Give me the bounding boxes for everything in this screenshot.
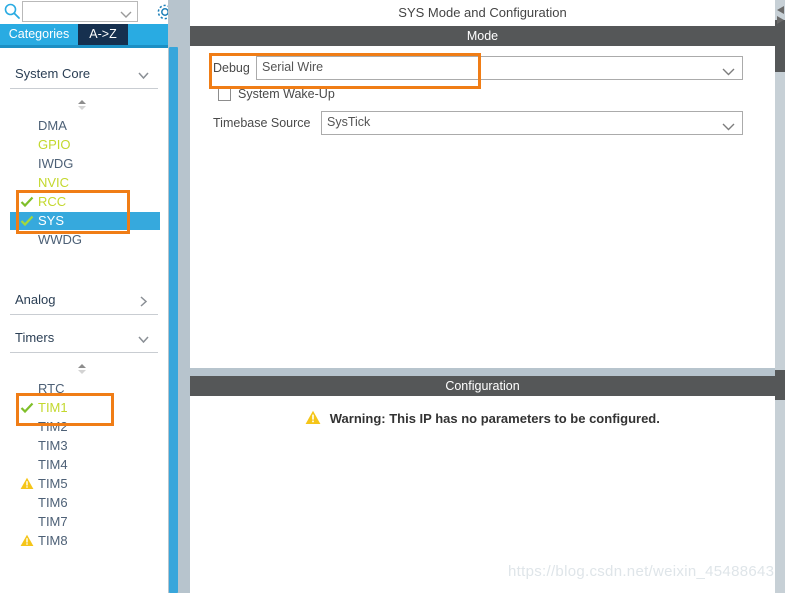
ip-item-gpio[interactable]: GPIO <box>10 136 158 154</box>
ip-item-tim6[interactable]: TIM6 <box>10 494 158 512</box>
ip-label: TIM5 <box>38 476 68 491</box>
ip-item-tim3[interactable]: TIM3 <box>10 437 158 455</box>
mode-panel: Debug Serial Wire System Wake-Up Timebas… <box>190 46 775 368</box>
chevron-right-icon[interactable] <box>137 295 150 308</box>
group-divider <box>10 88 158 89</box>
ip-item-rtc[interactable]: RTC <box>10 380 158 398</box>
group-divider <box>10 352 158 353</box>
ip-item-tim8[interactable]: TIM8 <box>10 532 158 550</box>
main-panel: SYS Mode and Configuration Mode Debug Se… <box>190 0 775 593</box>
ip-item-tim7[interactable]: TIM7 <box>10 513 158 531</box>
page-title: SYS Mode and Configuration <box>190 0 775 26</box>
configuration-warning-text: Warning: This IP has no parameters to be… <box>329 411 660 426</box>
configuration-warning: Warning: This IP has no parameters to be… <box>190 410 775 428</box>
ip-label: IWDG <box>38 156 74 171</box>
system-wakeup-label: System Wake-Up <box>238 87 335 101</box>
sidebar-scrollbar-thumb[interactable] <box>169 47 178 593</box>
scroll-spinner-up-down[interactable] <box>74 362 90 374</box>
ip-item-tim2[interactable]: TIM2 <box>10 418 158 436</box>
ip-item-rcc[interactable]: RCC <box>10 193 158 211</box>
ip-label: TIM4 <box>38 457 68 472</box>
group-title-system-core: System Core <box>15 66 91 81</box>
section-header-mode: Mode <box>190 26 775 46</box>
chevron-down-icon[interactable] <box>137 333 150 346</box>
ip-item-sys[interactable]: SYS <box>10 212 160 230</box>
ip-label: SYS <box>38 213 65 228</box>
app-window: Categories A->Z System Core DMA GPIO IWD… <box>0 0 785 593</box>
group-title-timers: Timers <box>15 330 55 345</box>
search-input[interactable] <box>26 4 118 20</box>
ip-item-tim4[interactable]: TIM4 <box>10 456 158 474</box>
ip-item-tim5[interactable]: TIM5 <box>10 475 158 493</box>
main-scrollbar-thumb-top[interactable] <box>775 20 785 72</box>
scroll-up-arrow-icon[interactable] <box>776 1 785 14</box>
timebase-source-label: Timebase Source <box>213 116 311 130</box>
watermark: https://blog.csdn.net/weixin_45488643 <box>508 563 775 580</box>
system-wakeup-checkbox[interactable] <box>218 88 231 101</box>
check-icon <box>20 196 34 208</box>
ip-label: TIM3 <box>38 438 68 453</box>
warning-triangle-icon <box>20 477 34 490</box>
panel-divider <box>180 0 190 593</box>
search-combo[interactable] <box>22 1 138 22</box>
timebase-source-select[interactable]: SysTick <box>321 111 743 135</box>
ip-item-nvic[interactable]: NVIC <box>10 174 158 192</box>
chevron-down-icon[interactable] <box>722 119 735 131</box>
debug-label: Debug <box>213 61 250 75</box>
group-title-analog: Analog <box>15 292 56 307</box>
ip-label: WWDG <box>38 232 83 247</box>
search-icon[interactable] <box>3 2 21 20</box>
ip-item-tim1[interactable]: TIM1 <box>10 399 158 417</box>
ip-label: TIM8 <box>38 533 68 548</box>
warning-triangle-icon <box>305 410 321 428</box>
timebase-source-value: SysTick <box>327 115 371 129</box>
ip-item-dma[interactable]: DMA <box>10 117 158 135</box>
ip-item-wwdg[interactable]: WWDG <box>10 231 158 249</box>
group-header-timers[interactable]: Timers <box>10 326 158 352</box>
group-header-analog[interactable]: Analog <box>10 288 158 314</box>
chevron-down-icon[interactable] <box>137 69 150 82</box>
main-scrollbar-thumb-bottom[interactable] <box>775 370 785 400</box>
ip-label: NVIC <box>38 175 70 190</box>
ip-label: RCC <box>38 194 67 209</box>
group-divider <box>10 314 158 315</box>
chevron-down-icon[interactable] <box>120 7 132 18</box>
debug-select[interactable]: Serial Wire <box>256 56 743 80</box>
check-icon <box>20 402 34 414</box>
gear-icon[interactable] <box>155 2 168 22</box>
ip-label: TIM1 <box>38 400 68 415</box>
group-header-system-core[interactable]: System Core <box>10 62 158 88</box>
section-gap <box>190 368 775 376</box>
scroll-down-arrow-icon[interactable] <box>776 11 785 24</box>
tab-a-to-z[interactable]: A->Z <box>78 24 128 45</box>
tab-categories[interactable]: Categories <box>0 24 78 45</box>
ip-tree-sidebar: Categories A->Z System Core DMA GPIO IWD… <box>0 0 168 593</box>
ip-label: GPIO <box>38 137 71 152</box>
section-header-configuration: Configuration <box>190 376 775 396</box>
scroll-spinner-up-down[interactable] <box>74 98 90 110</box>
debug-value: Serial Wire <box>262 60 324 74</box>
ip-item-iwdg[interactable]: IWDG <box>10 155 158 173</box>
check-icon <box>20 215 34 227</box>
main-scrollbar-track[interactable] <box>775 0 785 593</box>
warning-triangle-icon <box>20 534 34 547</box>
ip-label: TIM2 <box>38 419 68 434</box>
ip-label: DMA <box>38 118 67 133</box>
tab-underline <box>0 45 168 48</box>
ip-label: TIM7 <box>38 514 68 529</box>
chevron-down-icon[interactable] <box>722 64 735 76</box>
search-row <box>0 0 168 22</box>
ip-label: RTC <box>38 381 65 396</box>
tab-bar: Categories A->Z <box>0 24 168 45</box>
ip-label: TIM6 <box>38 495 68 510</box>
